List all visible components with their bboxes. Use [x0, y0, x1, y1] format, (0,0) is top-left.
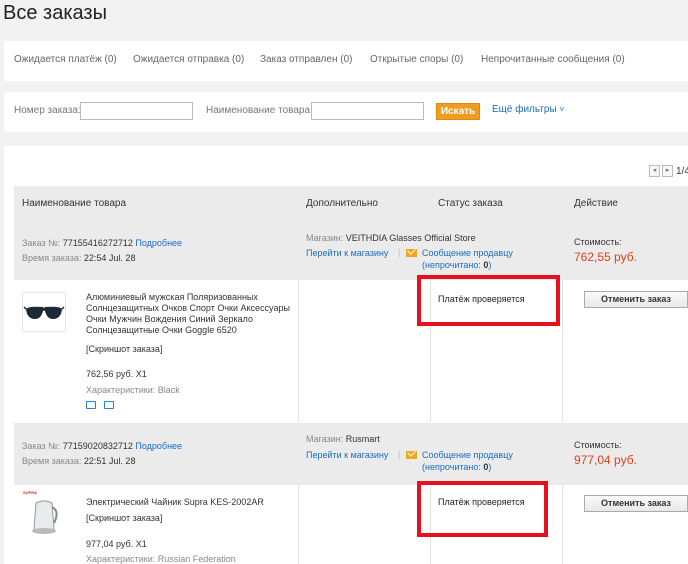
characteristics-value: Black	[157, 385, 180, 395]
tab-shipped[interactable]: Заказ отправлен (0)	[260, 54, 352, 65]
sunglasses-icon	[23, 306, 65, 319]
separator: |	[398, 247, 401, 257]
characteristics-label: Характеристики:	[86, 385, 156, 395]
more-filters-link[interactable]: Ещё фильтры ˅	[492, 104, 564, 115]
tab-awaiting-shipment[interactable]: Ожидается отправка (0)	[133, 54, 244, 65]
unread-count: (непрочитано: 0)	[422, 461, 491, 473]
order-screenshot-link[interactable]: [Скриншот заказа]	[86, 343, 162, 355]
divider	[562, 280, 563, 422]
orders-panel: ◂ ▸ 1/4 Наименование товара Дополнительн…	[4, 146, 688, 564]
message-seller-link[interactable]: Сообщение продавцу	[422, 449, 513, 461]
store-name: Магазин: Rusmart	[306, 433, 380, 445]
col-header-status: Статус заказа	[438, 198, 503, 209]
col-header-action: Действие	[574, 198, 618, 209]
pager-prev-button[interactable]: ◂	[649, 165, 660, 177]
order-item-row: Алюминиевый мужская Поляризованных Солнц…	[14, 275, 688, 422]
cost-label: Стоимость:	[574, 237, 622, 247]
card-icon	[104, 401, 114, 409]
filter-bar: Номер заказа: Наименование товара: Искат…	[4, 92, 688, 132]
order-header: Заказ №: 77155416272712 Подробнее Время …	[14, 220, 688, 280]
store-label: Магазин:	[306, 434, 344, 444]
kettle-icon	[32, 500, 58, 534]
pager-next-button[interactable]: ▸	[662, 165, 673, 177]
product-name-label: Наименование товара:	[206, 105, 313, 116]
characteristics: Характеристики: Black	[86, 384, 180, 396]
item-price: 977,04 руб. X1	[86, 539, 147, 549]
table-header: Наименование товара Дополнительно Статус…	[14, 186, 688, 220]
order-cost: 762,55 руб.	[574, 250, 637, 264]
characteristics-label: Характеристики:	[86, 554, 156, 564]
order-number-value: 77155416272712	[62, 238, 133, 248]
characteristics: Характеристики: Russian Federation	[86, 553, 236, 564]
envelope-icon	[406, 451, 417, 459]
order-details-link[interactable]: Подробнее	[135, 441, 182, 451]
cost-label: Стоимость:	[574, 440, 622, 450]
order-time: Время заказа: 22:51 Jul. 28	[22, 455, 135, 467]
store-value: VEITHDIA Glasses Official Store	[345, 233, 476, 243]
order-screenshot-link[interactable]: [Скриншот заказа]	[86, 512, 162, 524]
chevron-down-icon: ˅	[559, 105, 565, 114]
go-to-store-link[interactable]: Перейти к магазину	[306, 449, 388, 461]
col-header-additional: Дополнительно	[306, 198, 378, 209]
more-filters-label: Ещё фильтры	[492, 104, 557, 115]
order-time-label: Время заказа:	[22, 456, 82, 466]
characteristics-value: Russian Federation	[157, 554, 236, 564]
product-thumbnail[interactable]	[22, 292, 66, 332]
order-time: Время заказа: 22:54 Jul. 28	[22, 252, 135, 264]
order-number: Заказ №: 77159020832712 Подробнее	[22, 440, 182, 452]
order-number: Заказ №: 77155416272712 Подробнее	[22, 237, 182, 249]
separator: |	[398, 449, 401, 459]
pager-count: 1/4	[676, 166, 688, 177]
status-tabs-bar: Ожидается платёж (0) Ожидается отправка …	[4, 41, 688, 81]
order-header: Заказ №: 77159020832712 Подробнее Время …	[14, 423, 688, 485]
message-seller-link[interactable]: Сообщение продавцу	[422, 247, 513, 259]
unread-suffix: )	[488, 260, 492, 270]
cancel-order-button[interactable]: Отменить заказ	[584, 495, 688, 512]
go-to-store-link[interactable]: Перейти к магазину	[306, 247, 388, 259]
order-number-label: Заказ №:	[22, 441, 61, 451]
search-button[interactable]: Искать	[436, 103, 480, 120]
product-name[interactable]: Алюминиевый мужская Поляризованных Солнц…	[86, 292, 302, 336]
thumbnail-brand: SUPRA	[23, 490, 38, 495]
store-label: Магазин:	[306, 233, 344, 243]
status-highlight	[417, 275, 560, 326]
unread-prefix: (непрочитано:	[422, 260, 481, 270]
unread-prefix: (непрочитано:	[422, 462, 481, 472]
store-name: Магазин: VEITHDIA Glasses Official Store	[306, 232, 476, 244]
tab-open-disputes[interactable]: Открытые споры (0)	[370, 54, 463, 65]
order-item-row: SUPRA Электрический Чайник Supra KES-200…	[14, 481, 688, 564]
order-time-value: 22:54 Jul. 28	[83, 253, 136, 263]
product-name[interactable]: Электрический Чайник Supra KES-2002AR	[86, 497, 302, 508]
order-number-input[interactable]	[80, 102, 193, 120]
tab-unread-messages[interactable]: Непрочитанные сообщения (0)	[481, 54, 625, 65]
tab-awaiting-payment[interactable]: Ожидается платёж (0)	[14, 54, 117, 65]
unread-suffix: )	[488, 462, 492, 472]
page-title: Все заказы	[3, 2, 107, 24]
col-header-product: Наименование товара	[22, 198, 127, 209]
envelope-icon	[406, 249, 417, 257]
product-name-input[interactable]	[311, 102, 424, 120]
order-cost: 977,04 руб.	[574, 453, 637, 467]
order-number-label: Номер заказа:	[14, 105, 81, 116]
order-number-label: Заказ №:	[22, 238, 61, 248]
item-price: 762,56 руб. X1	[86, 369, 147, 379]
order-time-value: 22:51 Jul. 28	[83, 456, 136, 466]
unread-count: (непрочитано: 0)	[422, 259, 491, 271]
order-number-value: 77159020832712	[62, 441, 133, 451]
store-value: Rusmart	[345, 434, 380, 444]
product-thumbnail[interactable]: SUPRA	[22, 489, 66, 537]
cancel-order-button[interactable]: Отменить заказ	[584, 291, 688, 308]
order-details-link[interactable]: Подробнее	[135, 238, 182, 248]
shipping-icon	[86, 401, 96, 409]
divider	[562, 485, 563, 564]
order-time-label: Время заказа:	[22, 253, 82, 263]
status-highlight	[417, 481, 548, 537]
